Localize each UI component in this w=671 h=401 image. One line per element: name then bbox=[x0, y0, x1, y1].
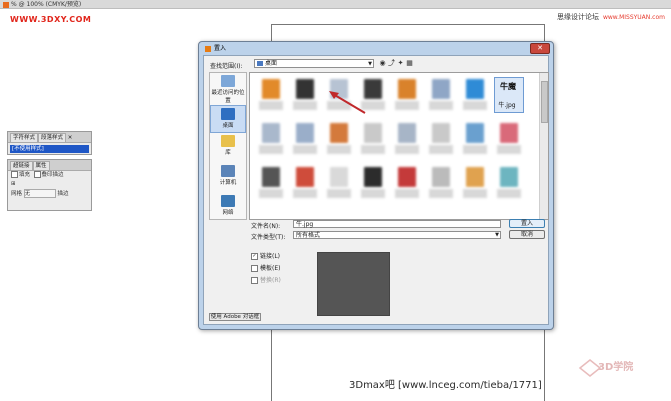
scrollbar-thumb[interactable] bbox=[541, 81, 548, 123]
view-menu-icon[interactable]: ▦ bbox=[406, 59, 414, 67]
close-icon[interactable]: ✕ bbox=[66, 135, 73, 141]
place-button[interactable]: 置入 bbox=[509, 219, 545, 228]
file-item[interactable] bbox=[326, 123, 352, 157]
file-list: 牛魔 牛.jpg bbox=[249, 72, 549, 220]
file-item[interactable] bbox=[394, 167, 420, 201]
fill-checkbox[interactable] bbox=[11, 171, 18, 178]
selected-file-name: 牛.jpg bbox=[498, 102, 516, 109]
preview-area bbox=[317, 252, 390, 316]
file-item[interactable] bbox=[462, 79, 488, 113]
chevron-down-icon: ▼ bbox=[368, 61, 372, 67]
file-item-selected[interactable]: 牛魔 牛.jpg bbox=[494, 77, 524, 113]
desktop-icon bbox=[221, 108, 235, 120]
option-template[interactable]: 模板(E) bbox=[251, 265, 280, 273]
back-icon[interactable]: ◉ bbox=[379, 59, 387, 67]
watermark-bottom: 3Dmax吧 [www.lnceg.com/tieba/1771] bbox=[349, 380, 542, 391]
dialog-body: 查找范围(I): 桌面 ▼ ◉⤴ ✦ ▦ 最近访问的位置 桌面 库 计算机 网络… bbox=[203, 55, 549, 325]
cancel-button[interactable]: 取消 bbox=[509, 230, 545, 239]
file-item[interactable] bbox=[326, 167, 352, 201]
annotation-arrow bbox=[329, 91, 366, 114]
file-item[interactable] bbox=[292, 167, 318, 201]
place-network[interactable]: 网络 bbox=[210, 195, 246, 223]
grid-select[interactable]: 无 bbox=[23, 189, 56, 198]
place-dialog: 置入 ✕ 查找范围(I): 桌面 ▼ ◉⤴ ✦ ▦ 最近访问的位置 桌面 库 计… bbox=[198, 41, 554, 330]
grid-label: 网格 bbox=[11, 191, 23, 197]
place-desktop[interactable]: 桌面 bbox=[210, 105, 246, 133]
file-item[interactable] bbox=[292, 79, 318, 113]
attributes-row-2: ⊞ bbox=[8, 180, 91, 189]
watermark-logo-text: 3D学院 bbox=[598, 362, 634, 373]
file-item[interactable] bbox=[360, 123, 386, 157]
file-item[interactable] bbox=[394, 79, 420, 113]
file-item[interactable] bbox=[496, 167, 522, 201]
file-item[interactable] bbox=[462, 123, 488, 157]
new-folder-icon[interactable]: ✦ bbox=[397, 59, 405, 67]
selected-file-thumbnail: 牛魔 bbox=[500, 82, 516, 91]
filetype-label: 文件类型(T): bbox=[251, 234, 286, 241]
app-icon bbox=[3, 1, 9, 8]
file-item[interactable] bbox=[292, 123, 318, 157]
stroke-button[interactable]: 描边 bbox=[58, 191, 69, 197]
tab-attributes[interactable]: 属性 bbox=[32, 161, 50, 170]
watermark-right-cn: 思缘设计论坛 bbox=[556, 13, 599, 21]
fill-label: 填充 bbox=[19, 172, 31, 178]
file-item[interactable] bbox=[428, 167, 454, 201]
place-library[interactable]: 库 bbox=[210, 135, 246, 163]
replace-checkbox bbox=[251, 277, 258, 284]
styles-panel: 字符样式 段落样式 ✕ [不使用样式] bbox=[7, 131, 92, 155]
dialog-toolbar: ◉⤴ ✦ ▦ bbox=[379, 59, 415, 68]
document-tab-bar: % @ 100% (CMYK/预览) bbox=[0, 0, 671, 9]
document-tab-title[interactable]: % @ 100% (CMYK/预览) bbox=[11, 1, 81, 8]
file-item[interactable] bbox=[496, 123, 522, 157]
link-checkbox[interactable]: ✓ bbox=[251, 253, 258, 260]
styles-panel-tabs: 字符样式 段落样式 ✕ bbox=[8, 132, 91, 143]
file-item[interactable] bbox=[394, 123, 420, 157]
place-computer[interactable]: 计算机 bbox=[210, 165, 246, 193]
attributes-panel-tabs: 超链接 属性 bbox=[8, 160, 91, 171]
place-recent[interactable]: 最近访问的位置 bbox=[210, 75, 246, 104]
option-link[interactable]: ✓ 链接(L) bbox=[251, 253, 280, 261]
attributes-row-1: 填充 叠印描边 bbox=[8, 171, 91, 180]
lookin-label: 查找范围(I): bbox=[210, 63, 243, 70]
watermark-right-en: www.MISSYUAN.com bbox=[602, 14, 665, 21]
indesign-icon bbox=[205, 45, 211, 52]
overprint-label: 叠印描边 bbox=[41, 172, 64, 178]
template-checkbox[interactable] bbox=[251, 265, 258, 272]
file-item[interactable] bbox=[360, 167, 386, 201]
close-button[interactable]: ✕ bbox=[530, 43, 550, 54]
option-replace: 替换(R) bbox=[251, 277, 281, 285]
places-sidebar: 最近访问的位置 桌面 库 计算机 网络 bbox=[209, 72, 247, 220]
chevron-down-icon: ▼ bbox=[495, 232, 499, 238]
recent-icon bbox=[221, 75, 235, 87]
folder-icon bbox=[257, 61, 263, 66]
attributes-panel: 超链接 属性 填充 叠印描边 ⊞ 网格 无 描边 bbox=[7, 159, 92, 211]
grid-icon: ⊞ bbox=[11, 181, 16, 187]
tab-character-styles[interactable]: 字符样式 bbox=[10, 133, 39, 142]
filename-input[interactable]: 牛.jpg bbox=[293, 220, 501, 228]
use-adobe-dialog-button[interactable]: 使用 Adobe 对话框 bbox=[209, 313, 261, 321]
dialog-title: 置入 bbox=[205, 44, 226, 53]
overprint-checkbox[interactable] bbox=[33, 171, 41, 178]
library-icon bbox=[221, 135, 235, 147]
tab-paragraph-styles[interactable]: 段落样式 bbox=[38, 133, 67, 142]
network-icon bbox=[221, 195, 235, 207]
file-item[interactable] bbox=[258, 79, 284, 113]
file-item[interactable] bbox=[428, 79, 454, 113]
file-item[interactable] bbox=[258, 167, 284, 201]
attributes-row-3: 网格 无 描边 bbox=[8, 189, 91, 199]
file-item[interactable] bbox=[428, 123, 454, 157]
filetype-select[interactable]: 所有格式 ▼ bbox=[293, 231, 501, 239]
lookin-select[interactable]: 桌面 ▼ bbox=[254, 59, 374, 68]
file-item[interactable] bbox=[462, 167, 488, 201]
file-list-scrollbar[interactable] bbox=[539, 73, 548, 219]
watermark-right: 思缘设计论坛 www.MISSYUAN.com bbox=[557, 12, 665, 22]
style-list-item-selected[interactable]: [不使用样式] bbox=[10, 145, 89, 153]
tab-hyperlinks[interactable]: 超链接 bbox=[10, 161, 33, 170]
file-item[interactable] bbox=[258, 123, 284, 157]
up-folder-icon[interactable]: ⤴ bbox=[388, 59, 396, 67]
filename-label: 文件名(N): bbox=[251, 223, 281, 230]
computer-icon bbox=[221, 165, 235, 177]
watermark-left: WWW.3DXY.COM bbox=[10, 15, 92, 24]
